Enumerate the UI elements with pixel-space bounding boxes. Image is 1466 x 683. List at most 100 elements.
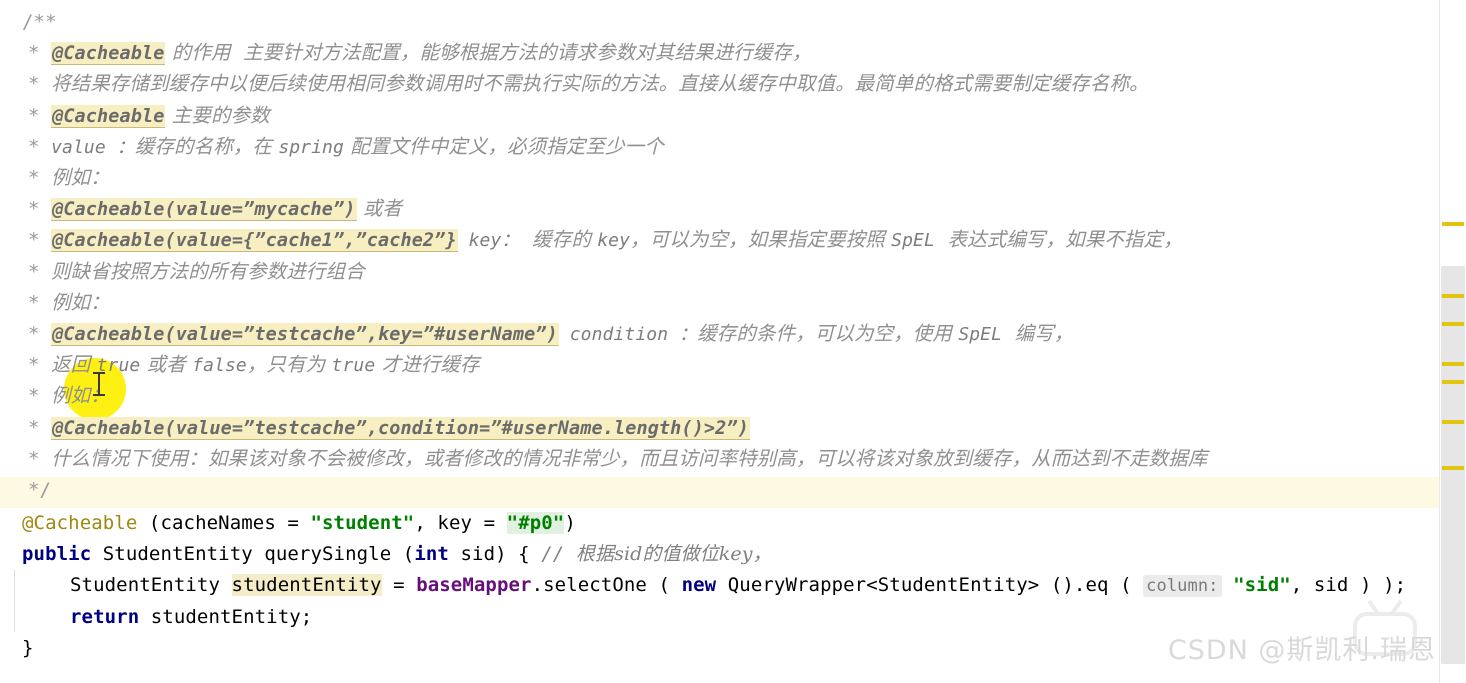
code-line-body: StudentEntity studentEntity = baseMapper…	[0, 570, 1406, 601]
javadoc-text: 缓存的名称，在	[134, 134, 279, 158]
stripe-marker[interactable]	[1442, 466, 1464, 470]
javadoc-highlighted-snippet: @Cacheable(value={”cache1”,”cache2”}	[51, 229, 458, 253]
javadoc-text: 配置文件中定义，必须指定至少一个	[343, 134, 664, 158]
stripe-marker[interactable]	[1442, 380, 1464, 384]
doc-line-1: * @Cacheable 的作用 主要针对方法配置，能够根据方法的请求参数对其结…	[0, 37, 812, 68]
keyword-token: return	[70, 605, 140, 628]
doc-line-14: * 什么情况下使用：如果该对象不会被修改，或者修改的情况非常少，而且访问率特别高…	[0, 443, 1207, 474]
javadoc-open-label: /**	[22, 11, 57, 33]
javadoc-mono-text: condition ：	[558, 324, 698, 345]
doc-line-5: * 例如：	[0, 162, 110, 193]
javadoc-text: 才进行缓存	[375, 353, 480, 377]
code-token: StudentEntity querySingle (	[91, 543, 415, 566]
javadoc-text: 表达式编写，如果不指定，	[934, 228, 1183, 252]
code-line-return: return studentEntity;	[0, 602, 312, 633]
javadoc-mono-text: true	[331, 355, 376, 377]
doc-line-2: * 将结果存储到缓存中以便后续使用相同参数调用时不需执行实际的方法。直接从缓存中…	[0, 68, 1149, 99]
javadoc-text: 缓存的条件，可以为空，使用	[697, 322, 959, 345]
annotation-token: @Cacheable	[22, 512, 138, 534]
doc-line-3: * @Cacheable 主要的参数	[0, 100, 270, 131]
code-token: , sid ) );	[1290, 574, 1407, 597]
javadoc-mono-text: SpEL	[958, 324, 1003, 345]
code-token: =	[381, 574, 417, 597]
javadoc-text: 缓存的	[519, 228, 598, 252]
javadoc-mono-text: key：	[457, 230, 520, 252]
code-token: sid) {	[448, 543, 542, 566]
javadoc-asterisk: *	[28, 354, 52, 377]
keyword-token: int	[414, 543, 449, 566]
javadoc-open-token: /**	[0, 6, 57, 37]
javadoc-text: 则缺省按照方法的所有参数进行组合	[51, 259, 365, 283]
javadoc-highlighted-snippet: @Cacheable	[51, 42, 166, 66]
stripe-marker[interactable]	[1442, 222, 1464, 226]
javadoc-asterisk: *	[28, 42, 52, 65]
javadoc-text: 例如：	[51, 166, 110, 189]
keyword-token: new	[681, 574, 717, 597]
doc-line-8: * 则缺省按照方法的所有参数进行组合	[0, 256, 365, 287]
code-line-signature: public StudentEntity querySingle (int si…	[0, 539, 772, 570]
javadoc-asterisk: *	[28, 260, 52, 283]
javadoc-asterisk: *	[28, 323, 52, 345]
doc-line-4: * value ：缓存的名称，在 spring 配置文件中定义，必须指定至少一个	[0, 131, 664, 162]
javadoc-text: ，可以为空，如果指定要按照	[630, 228, 892, 252]
code-token: QueryWrapper<StudentEntity> ().eq (	[716, 574, 1144, 597]
stripe-marker[interactable]	[1442, 322, 1464, 326]
code-token: studentEntity;	[139, 605, 313, 628]
stripe-marker[interactable]	[1442, 362, 1464, 366]
code-line-annotation: @Cacheable (cacheNames = "student", key …	[0, 508, 576, 539]
current-line-highlight	[0, 477, 1466, 508]
javadoc-asterisk: *	[28, 167, 52, 189]
code-token: , key =	[414, 512, 507, 534]
javadoc-asterisk: *	[28, 385, 52, 408]
javadoc-text: 什么情况下使用：如果该对象不会被修改，或者修改的情况非常少，而且访问率特别高，可…	[51, 446, 1208, 470]
code-editor[interactable]: /** * @Cacheable 的作用 主要针对方法配置，能够根据方法的请求参数…	[0, 0, 1466, 683]
code-token: }	[22, 636, 34, 659]
javadoc-highlighted-snippet: @Cacheable(value=”mycache”)	[51, 198, 357, 222]
code-token: )	[564, 512, 576, 534]
doc-line-13: * @Cacheable(value=”testcache”,condition…	[0, 412, 750, 443]
javadoc-highlighted-snippet: @Cacheable	[51, 104, 166, 128]
javadoc-text: ，只有为	[246, 353, 332, 377]
javadoc-asterisk: *	[28, 291, 52, 314]
javadoc-close-label: */	[28, 479, 52, 501]
highlighted-identifier: studentEntity	[231, 574, 382, 597]
javadoc-mono-text: value ：	[51, 136, 135, 158]
doc-line-6: * @Cacheable(value=”mycache”) 或者	[0, 193, 402, 224]
comment-token: 根据sid的值做位key，	[575, 543, 772, 566]
doc-line-7: * @Cacheable(value={”cache1”,”cache2”} k…	[0, 224, 1183, 255]
javadoc-asterisk: *	[28, 198, 52, 221]
code-token: (cacheNames =	[137, 512, 311, 534]
doc-line-11: * 返回 true 或者 false，只有为 true 才进行缓存	[0, 349, 480, 380]
javadoc-text: 例如：	[51, 290, 110, 314]
javadoc-asterisk: *	[28, 73, 52, 96]
string-literal: "#p0"	[506, 512, 565, 534]
javadoc-mono-text: key	[597, 230, 631, 252]
csdn-tv-logo-icon	[1353, 599, 1417, 656]
javadoc-asterisk: *	[28, 416, 52, 439]
code-token: .selectOne (	[531, 574, 682, 597]
stripe-marker[interactable]	[1442, 294, 1464, 298]
javadoc-text: 主要的参数	[165, 103, 270, 127]
javadoc-mono-text: SpEL	[891, 230, 935, 252]
javadoc-text: 将结果存储到缓存中以便后续使用相同参数调用时不需执行实际的方法。直接从缓存中取值…	[51, 72, 1149, 96]
javadoc-text: 或者	[356, 197, 403, 221]
watermark-text: CSDN @斯凯利.瑞恩	[1167, 635, 1436, 666]
doc-line-12: * 例如：	[0, 380, 110, 411]
string-literal: "student"	[310, 512, 415, 534]
keyword-token: public	[22, 543, 92, 566]
javadoc-close-token: */	[0, 474, 51, 505]
javadoc-text: 编写，	[1002, 322, 1074, 345]
javadoc-text: 例如：	[51, 384, 110, 408]
field-token: baseMapper	[416, 574, 532, 597]
javadoc-text: 的作用 主要针对方法配置，能够根据方法的请求参数对其结果进行缓存，	[165, 41, 812, 65]
javadoc-highlighted-snippet: @Cacheable(value=”testcache”,key=”#userN…	[51, 323, 559, 346]
javadoc-text: 返回	[51, 353, 97, 377]
javadoc-asterisk: *	[28, 135, 52, 158]
doc-line-9: * 例如：	[0, 287, 110, 318]
code-token: StudentEntity	[70, 574, 232, 597]
javadoc-text: 或者	[140, 353, 193, 377]
javadoc-mono-text: false	[192, 355, 247, 377]
comment-token: //	[541, 543, 576, 566]
stripe-marker[interactable]	[1442, 420, 1464, 424]
javadoc-asterisk: *	[28, 229, 52, 252]
